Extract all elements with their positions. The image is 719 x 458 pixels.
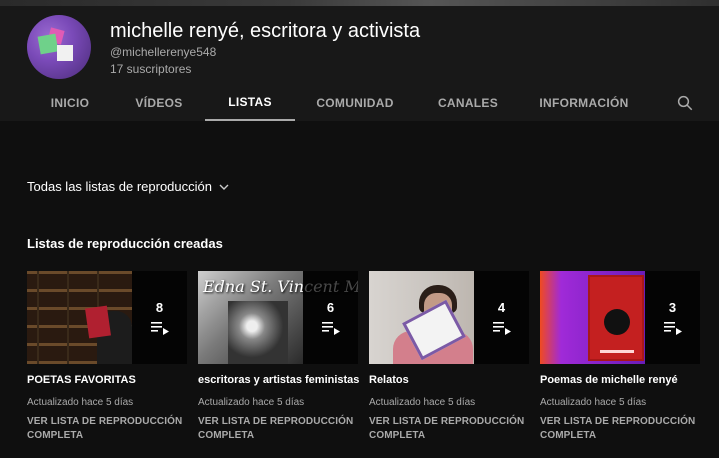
playlist-count-overlay: 4 — [474, 271, 529, 364]
playlist-title[interactable]: Poemas de michelle renyé — [540, 374, 700, 386]
channel-name: michelle renyé, escritora y activista — [110, 20, 421, 42]
playlist-card: 3 Poemas de michelle renyé Actualizado h… — [540, 271, 700, 443]
playlist-icon — [150, 322, 169, 335]
channel-header: michelle renyé, escritora y activista @m… — [0, 0, 719, 121]
video-count: 6 — [326, 300, 335, 315]
filter-label: Todas las listas de reproducción — [27, 179, 212, 194]
playlist-card: 8 POETAS FAVORITAS Actualizado hace 5 dí… — [27, 271, 187, 443]
playlist-thumbnail[interactable]: Edna St. Vincent Millay 6 — [198, 271, 358, 364]
tab-listas[interactable]: LISTAS — [205, 84, 295, 121]
tab-inicio[interactable]: INICIO — [28, 84, 112, 121]
tab-canales[interactable]: CANALES — [428, 84, 508, 121]
channel-handle: @michellerenye548 — [110, 45, 217, 59]
book-cover — [588, 275, 644, 361]
channel-tabs: INICIO VÍDEOS LISTAS COMUNIDAD CANALES I… — [0, 84, 719, 121]
playlist-updated: Actualizado hace 5 días — [198, 397, 305, 408]
search-icon[interactable] — [676, 94, 694, 112]
playlist-count-overlay: 8 — [132, 271, 187, 364]
playlist-updated: Actualizado hace 5 días — [27, 397, 134, 408]
playlist-updated: Actualizado hace 5 días — [369, 397, 476, 408]
playlist-count-overlay: 6 — [303, 271, 358, 364]
section-title: Listas de reproducción creadas — [27, 236, 223, 251]
video-count: 3 — [668, 300, 677, 315]
playlist-title[interactable]: escritoras y artistas feministas — [198, 374, 359, 386]
playlist-updated: Actualizado hace 5 días — [540, 397, 647, 408]
avatar[interactable] — [27, 15, 91, 79]
chevron-down-icon — [219, 184, 229, 190]
playlist-card: Edna St. Vincent Millay 6 escritoras y a… — [198, 271, 359, 443]
video-count: 4 — [497, 300, 506, 315]
channel-banner — [0, 0, 719, 6]
thumbnail-image — [540, 271, 645, 364]
video-count: 8 — [155, 300, 164, 315]
playlist-icon — [663, 322, 682, 335]
playlist-filter-dropdown[interactable]: Todas las listas de reproducción — [27, 179, 230, 194]
tab-comunidad[interactable]: COMUNIDAD — [310, 84, 400, 121]
playlist-icon — [492, 322, 511, 335]
playlist-thumbnail[interactable]: 8 — [27, 271, 187, 364]
thumbnail-image — [369, 271, 474, 364]
view-full-playlist-link[interactable]: VER LISTA DE REPRODUCCIÓN COMPLETA — [369, 415, 529, 443]
tab-informacion[interactable]: INFORMACIÓN — [533, 84, 635, 121]
thumbnail-image — [27, 271, 132, 364]
playlist-count-overlay: 3 — [645, 271, 700, 364]
playlist-title[interactable]: POETAS FAVORITAS — [27, 374, 187, 386]
playlist-title[interactable]: Relatos — [369, 374, 529, 386]
playlist-card: 4 Relatos Actualizado hace 5 días VER LI… — [369, 271, 529, 443]
playlist-thumbnail[interactable]: 4 — [369, 271, 529, 364]
thumbnail-image: Edna St. Vincent Millay — [198, 271, 358, 364]
tab-videos[interactable]: VÍDEOS — [117, 84, 201, 121]
playlist-icon — [321, 322, 340, 335]
view-full-playlist-link[interactable]: VER LISTA DE REPRODUCCIÓN COMPLETA — [540, 415, 700, 443]
subscriber-count: 17 suscriptores — [110, 62, 192, 76]
playlist-thumbnail[interactable]: 3 — [540, 271, 700, 364]
view-full-playlist-link[interactable]: VER LISTA DE REPRODUCCIÓN COMPLETA — [198, 415, 358, 443]
view-full-playlist-link[interactable]: VER LISTA DE REPRODUCCIÓN COMPLETA — [27, 415, 187, 443]
